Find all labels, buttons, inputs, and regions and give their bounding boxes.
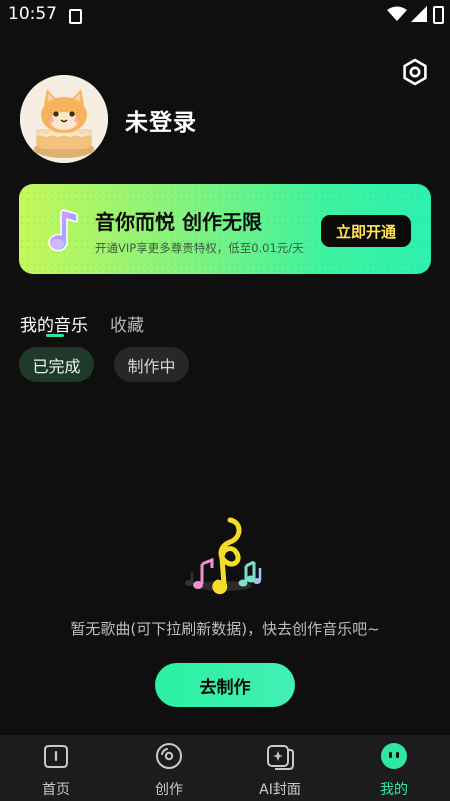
nav-create[interactable]: 创作	[129, 735, 209, 801]
music-notes-illustration	[185, 517, 262, 595]
avatar[interactable]	[20, 75, 108, 163]
tab-favorites[interactable]: 收藏	[110, 311, 144, 336]
disc-icon	[156, 743, 182, 769]
wifi-icon	[387, 6, 407, 21]
filter-completed-chip[interactable]: 已完成	[19, 347, 94, 382]
filter-in-progress-chip[interactable]: 制作中	[114, 347, 189, 382]
vip-title: 音你而悦 创作无限	[95, 210, 262, 234]
profile-face-icon	[381, 743, 407, 769]
username-label[interactable]: 未登录	[125, 103, 197, 137]
tab-my-music[interactable]: 我的音乐	[20, 311, 88, 336]
open-vip-button[interactable]: 立即开通	[321, 215, 411, 247]
nav-home[interactable]: 首页	[16, 735, 96, 801]
image-sparkle-icon	[267, 745, 294, 770]
go-create-button[interactable]: 去制作	[155, 663, 295, 707]
vip-subtitle: 开通VIP享更多尊贵特权，低至0.01元/天	[95, 241, 304, 255]
status-bar: 10:57	[0, 0, 450, 30]
active-tab-indicator	[46, 334, 64, 337]
settings-icon[interactable]	[398, 55, 432, 89]
nav-home-label: 首页	[42, 782, 70, 798]
music-note-icon	[48, 209, 78, 252]
nav-mine-label: 我的	[380, 782, 408, 798]
empty-state-message: 暂无歌曲(可下拉刷新数据)，快去创作音乐吧~	[70, 620, 380, 638]
nav-ai-cover-label: AI封面	[259, 782, 301, 798]
vip-banner[interactable]: 音你而悦 创作无限 开通VIP享更多尊贵特权，低至0.01元/天 立即开通	[19, 184, 431, 274]
notification-icon	[69, 9, 82, 24]
signal-icon	[411, 6, 427, 22]
nav-create-label: 创作	[155, 782, 183, 798]
nav-mine[interactable]: 我的	[354, 735, 434, 801]
battery-icon	[433, 6, 444, 24]
home-icon	[44, 745, 68, 768]
status-time: 10:57	[8, 4, 57, 24]
bottom-nav: 首页 创作 AI封面 我的	[0, 735, 450, 801]
nav-ai-cover[interactable]: AI封面	[240, 735, 320, 801]
cat-cake-avatar-image	[20, 75, 108, 163]
